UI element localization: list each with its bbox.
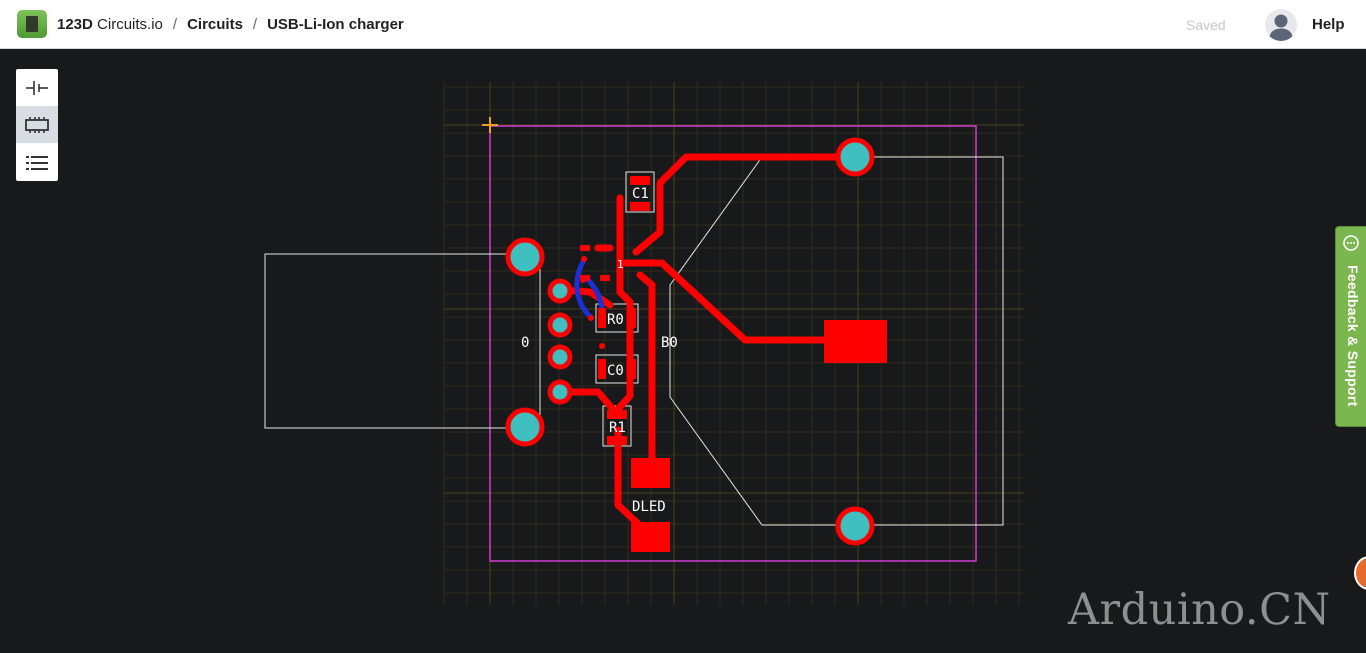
feedback-support-tab[interactable]: Feedback & Support [1335,226,1366,427]
breadcrumb: 123D Circuits.io / Circuits / USB-Li-Ion cha… [57,16,404,33]
led-pad-bottom[interactable] [631,522,670,552]
smd-pads [580,176,650,445]
board-outline[interactable] [489,125,977,562]
user-avatar[interactable] [1265,9,1297,41]
battery-label: B0 [661,335,678,351]
c1-label: C1 [632,186,649,202]
battery-pad-negative[interactable] [824,320,887,363]
usb-pins[interactable] [547,278,573,405]
breadcrumb-project[interactable]: USB-Li-Ion charger [267,16,404,33]
pcb-canvas[interactable]: C1 R0 C0 R1 DLED 0 B0 1 [0,49,1366,653]
breadcrumb-circuits[interactable]: Circuits [187,16,243,33]
help-link[interactable]: Help [1312,16,1345,33]
user-icon [1269,14,1293,41]
breadcrumb-separator: / [252,16,258,33]
watermark: Arduino.CN [1068,585,1331,635]
chat-icon [1343,235,1359,251]
pin1-label: 1 [617,258,624,271]
origin-marker [482,117,498,133]
r1-label: R1 [609,420,626,436]
save-status: Saved [1186,17,1226,33]
usb-label: 0 [521,335,529,351]
r0-label: R0 [607,312,624,328]
dled-label: DLED [632,499,666,515]
c0-label: C0 [607,363,624,379]
app-name-link[interactable]: 123D Circuits.io [57,16,163,33]
usb-connector-outline[interactable] [264,253,541,429]
app-logo-icon[interactable] [17,10,47,38]
top-bar: 123D Circuits.io / Circuits / USB-Li-Ion cha… [0,0,1366,49]
feedback-label: Feedback & Support [1345,265,1361,407]
breadcrumb-separator: / [172,16,178,33]
led-pad-top[interactable] [631,458,670,488]
